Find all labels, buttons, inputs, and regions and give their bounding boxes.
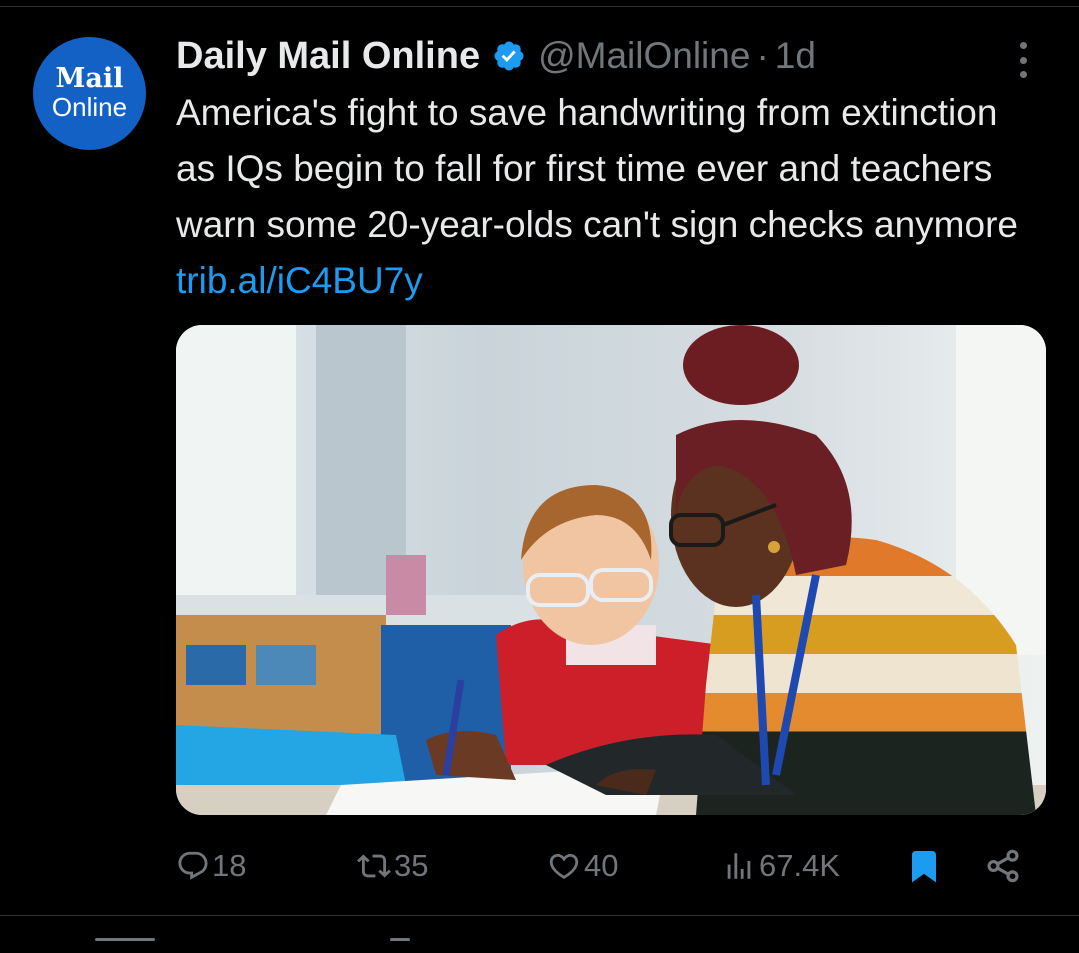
author-name[interactable]: Daily Mail Online	[176, 35, 480, 78]
retweet-icon	[356, 849, 392, 883]
tweet-text: America's fight to save handwriting from…	[176, 85, 1036, 309]
avatar-mail-text: Mail	[55, 62, 124, 94]
classroom-photo	[176, 325, 1046, 815]
bottom-divider	[0, 915, 1079, 916]
reply-button[interactable]: 18	[176, 838, 246, 894]
views-count: 67.4K	[759, 848, 841, 883]
like-icon	[546, 849, 582, 883]
like-button[interactable]: 40	[546, 838, 618, 894]
reply-count: 18	[212, 848, 247, 883]
avatar[interactable]: Mail Online	[33, 37, 146, 150]
tweet-header: Daily Mail Online @MailOnline · 1d	[176, 33, 816, 79]
views-button[interactable]: 67.4K	[721, 838, 840, 894]
views-icon	[721, 849, 757, 883]
retweet-button[interactable]: 35	[356, 838, 428, 894]
tweet-image[interactable]	[176, 325, 1046, 815]
bookmark-button[interactable]	[906, 838, 942, 894]
like-count: 40	[584, 848, 619, 883]
top-divider	[0, 6, 1079, 7]
avatar-online-text: Online	[51, 91, 128, 122]
share-icon	[984, 847, 1022, 885]
tweet-link[interactable]: trib.al/iC4BU7y	[176, 260, 423, 301]
more-options-icon[interactable]	[1012, 42, 1034, 78]
tweet-time[interactable]: 1d	[775, 35, 816, 77]
author-handle[interactable]: @MailOnline	[538, 35, 750, 77]
bookmark-icon	[906, 846, 942, 886]
reply-icon	[176, 849, 210, 883]
share-button[interactable]	[984, 838, 1022, 894]
tweet-body: America's fight to save handwriting from…	[176, 92, 1018, 245]
next-tweet-partial-2	[390, 938, 410, 941]
next-tweet-partial	[95, 938, 155, 941]
tweet-actions: 18 35 40 67.4K	[176, 838, 1036, 894]
verified-badge-icon[interactable]	[492, 39, 526, 73]
separator-dot: ·	[756, 35, 769, 76]
retweet-count: 35	[394, 848, 429, 883]
